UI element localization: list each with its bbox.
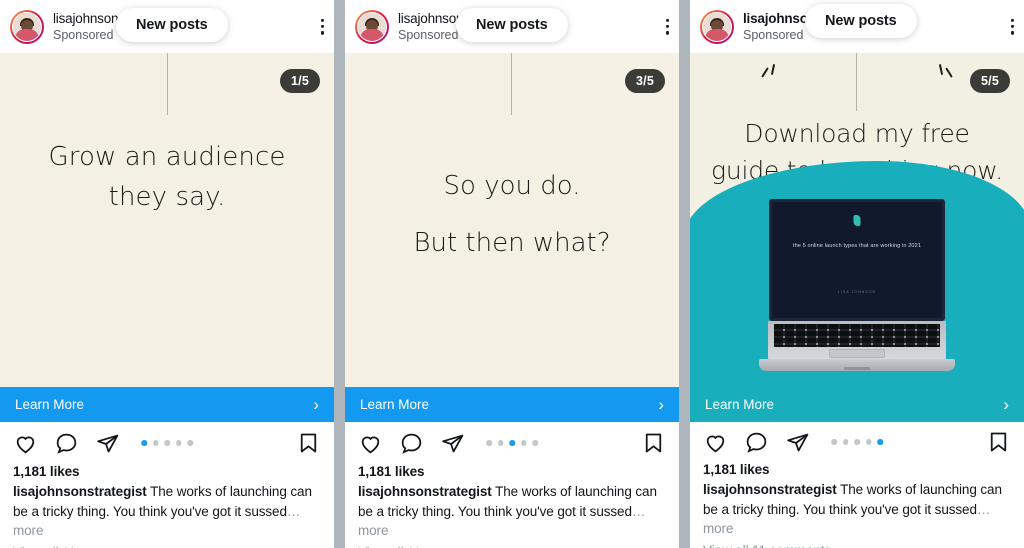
post-panel-1: lisajohnson Sponsored New posts 1/5 Grow… — [0, 0, 334, 548]
post-header: lisajohnson Sponsored New posts — [690, 0, 1024, 53]
overflow-menu-icon[interactable] — [665, 18, 669, 35]
sponsored-label: Sponsored — [743, 27, 804, 42]
sponsored-label: Sponsored — [53, 27, 114, 42]
avatar[interactable] — [700, 9, 734, 44]
laptop-base — [759, 359, 955, 371]
decorative-line — [511, 53, 513, 115]
overflow-menu-icon[interactable] — [1010, 18, 1014, 35]
carousel-screenshot: lisajohnson Sponsored New posts 1/5 Grow… — [0, 0, 1024, 548]
decorative-line — [856, 53, 858, 111]
laptop-trackpad — [829, 349, 885, 358]
action-bar — [345, 422, 679, 464]
slide-line-2: But then what? — [413, 228, 611, 258]
bookmark-icon[interactable] — [641, 431, 666, 456]
caption-author[interactable]: lisajohnsonstrategist — [13, 484, 147, 499]
like-count: 1,181 likes — [703, 462, 770, 477]
chevron-right-icon: › — [658, 395, 664, 414]
carousel-pager[interactable] — [831, 439, 883, 445]
new-posts-pill[interactable]: New posts — [805, 4, 917, 38]
laptop-graphic: the 5 online launch types that are worki… — [759, 199, 955, 371]
sparkle-left-icon — [761, 63, 788, 93]
post-caption: lisajohnsonstrategist The works of launc… — [703, 480, 1011, 539]
heart-icon[interactable] — [13, 431, 38, 456]
slide-count-badge: 1/5 — [280, 69, 320, 93]
post-panel-3: lisajohnson Sponsored New posts 5/5 Down… — [690, 0, 1024, 548]
view-comments-link[interactable]: View all 11 comments — [703, 543, 1011, 548]
laptop-screen-text: the 5 online launch types that are worki… — [792, 243, 922, 249]
slide-count-badge: 3/5 — [625, 69, 665, 93]
share-icon[interactable] — [785, 430, 810, 455]
comment-icon[interactable] — [744, 430, 769, 455]
cta-label: Learn More — [360, 397, 430, 412]
like-count: 1,181 likes — [13, 464, 80, 479]
panel-divider — [334, 0, 345, 548]
comment-icon[interactable] — [54, 431, 79, 456]
decorative-line — [167, 53, 169, 115]
carousel-slide[interactable]: 5/5 Download my free guide to launching … — [690, 53, 1024, 387]
slide-line-1: Download my free — [744, 119, 970, 148]
carousel-slide[interactable]: 3/5 So you do. But then what? — [345, 53, 679, 387]
caption-author[interactable]: lisajohnsonstrategist — [703, 482, 837, 497]
cta-label: Learn More — [15, 397, 85, 412]
slide-line-1: So you do. — [443, 171, 581, 201]
post-header: lisajohnson Sponsored New posts — [345, 0, 679, 53]
sparkle-right-icon — [926, 63, 953, 93]
chevron-right-icon: › — [313, 395, 319, 414]
bookmark-icon[interactable] — [296, 431, 321, 456]
chevron-right-icon: › — [1003, 395, 1009, 414]
post-meta: 1,181 likes lisajohnsonstrategist The wo… — [690, 462, 1024, 548]
brand-logo-icon — [853, 215, 861, 226]
slide-copy: Grow an audience they say. — [0, 137, 334, 218]
heart-icon[interactable] — [703, 430, 728, 455]
slide-line-1: Grow an audience — [48, 142, 286, 172]
caption-author[interactable]: lisajohnsonstrategist — [358, 484, 492, 499]
carousel-slide[interactable]: 1/5 Grow an audience they say. — [0, 53, 334, 387]
post-meta: 1,181 likes lisajohnsonstrategist The wo… — [345, 464, 679, 548]
new-posts-pill[interactable]: New posts — [456, 8, 568, 42]
account-username[interactable]: lisajohnson — [53, 11, 119, 27]
learn-more-cta[interactable]: Learn More › — [690, 387, 1024, 422]
avatar[interactable] — [10, 9, 44, 44]
slide-count-badge: 5/5 — [970, 69, 1010, 93]
share-icon[interactable] — [95, 431, 120, 456]
action-bar — [0, 422, 334, 464]
avatar[interactable] — [355, 9, 389, 44]
post-header: lisajohnson Sponsored New posts — [0, 0, 334, 53]
sponsored-label: Sponsored — [398, 27, 459, 42]
account-username[interactable]: lisajohnson — [398, 11, 464, 27]
cta-label: Learn More — [705, 397, 775, 412]
panel-divider — [679, 0, 690, 548]
bookmark-icon[interactable] — [986, 430, 1011, 455]
share-icon[interactable] — [440, 431, 465, 456]
like-count: 1,181 likes — [358, 464, 425, 479]
heart-icon[interactable] — [358, 431, 383, 456]
post-meta: 1,181 likes lisajohnsonstrategist The wo… — [0, 464, 334, 548]
new-posts-pill[interactable]: New posts — [116, 8, 228, 42]
post-caption: lisajohnsonstrategist The works of launc… — [13, 482, 321, 541]
slide-line-2: they say. — [108, 182, 226, 213]
laptop-screen: the 5 online launch types that are worki… — [769, 199, 945, 321]
laptop-signature: LISA JOHNSON — [837, 290, 877, 294]
overflow-menu-icon[interactable] — [320, 18, 324, 35]
post-caption: lisajohnsonstrategist The works of launc… — [358, 482, 666, 541]
post-panel-2: lisajohnson Sponsored New posts 3/5 So y… — [345, 0, 679, 548]
action-bar — [690, 422, 1024, 462]
laptop-keyboard — [768, 321, 946, 359]
comment-icon[interactable] — [399, 431, 424, 456]
learn-more-cta[interactable]: Learn More › — [0, 387, 334, 422]
learn-more-cta[interactable]: Learn More › — [345, 387, 679, 422]
carousel-pager[interactable] — [486, 440, 538, 446]
carousel-pager[interactable] — [141, 440, 193, 446]
